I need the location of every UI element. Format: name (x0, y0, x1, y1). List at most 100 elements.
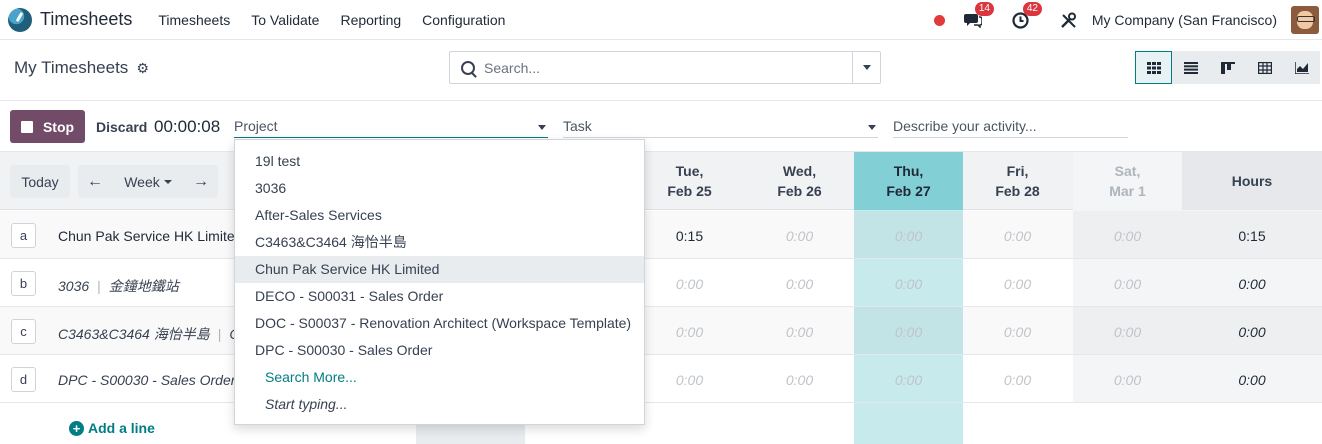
graph-icon (1294, 61, 1309, 74)
row-key-badge: a (11, 223, 36, 248)
chevron-down-icon (862, 65, 871, 70)
cell-tue[interactable]: 0:00 (635, 276, 744, 292)
cell-thu[interactable]: 0:00 (854, 372, 963, 388)
table-row[interactable]: b 3036 | 金鐘地鐵站 0:00 0:00 0:00 0:00 0:00 0:… (0, 259, 1322, 307)
column-header-wed: Wed, Feb 26 (745, 152, 854, 210)
kanban-view-button[interactable] (1209, 51, 1246, 84)
row-key-badge: c (11, 319, 36, 344)
add-line-button[interactable]: + Add a line (69, 420, 155, 436)
timer-display: 00:00:08 (154, 117, 221, 136)
table-row[interactable]: c C3463&C3464 海怡半島|C 0:00 0:00 0:00 0:00… (0, 307, 1322, 355)
total-header: Hours (1231, 173, 1273, 189)
cell-tue[interactable]: 0:15 (635, 228, 744, 244)
previous-button[interactable]: ← (78, 165, 112, 198)
today-button[interactable]: Today (10, 165, 70, 198)
tools-icon (1061, 12, 1077, 28)
activities-badge: 42 (1022, 2, 1042, 16)
cell-tue[interactable]: 0:00 (635, 372, 744, 388)
company-switcher[interactable]: My Company (San Francisco) (1092, 12, 1277, 28)
date-navigation: Today (10, 165, 70, 198)
cell-thu[interactable]: 0:00 (854, 228, 963, 244)
recording-dot-icon[interactable] (933, 14, 945, 26)
activities-button[interactable]: 42 (1010, 2, 1042, 31)
grid-view-button[interactable] (1135, 51, 1172, 84)
dropdown-option[interactable]: DPC - S00030 - Sales Order (235, 337, 644, 364)
menu-to-validate[interactable]: To Validate (251, 12, 319, 28)
messages-badge: 14 (974, 2, 994, 16)
cell-sat[interactable]: 0:00 (1073, 372, 1182, 388)
user-avatar[interactable] (1291, 6, 1319, 34)
column-header-total: Hours (1182, 152, 1322, 210)
cell-fri[interactable]: 0:00 (963, 372, 1072, 388)
dropdown-option[interactable]: DECO - S00031 - Sales Order (235, 283, 644, 310)
divider (0, 100, 1322, 101)
dropdown-option[interactable]: After-Sales Services (235, 202, 644, 229)
row-total: 0:00 (1238, 324, 1266, 340)
period-navigation: ← Week → (78, 165, 218, 198)
discard-button[interactable]: Discard (96, 119, 147, 135)
cell-sat[interactable]: 0:00 (1073, 276, 1182, 292)
column-header-sat: Sat, Mar 1 (1073, 152, 1182, 210)
search-bar[interactable] (449, 51, 881, 84)
row-label: Chun Pak Service HK Limited (58, 228, 243, 244)
row-key-badge: d (11, 367, 36, 392)
description-field-placeholder: Describe your activity... (893, 118, 1037, 134)
row-total: 0:15 (1238, 228, 1266, 244)
arrow-left-icon: ← (87, 172, 103, 190)
next-button[interactable]: → (184, 165, 218, 198)
page-title: My Timesheets (14, 58, 129, 77)
column-day: Wed, (782, 163, 817, 179)
dropdown-option[interactable]: Chun Pak Service HK Limited (235, 256, 644, 283)
cell-wed[interactable]: 0:00 (745, 276, 854, 292)
cell-fri[interactable]: 0:00 (963, 276, 1072, 292)
gear-icon[interactable]: ⚙ (136, 60, 149, 77)
menu-reporting[interactable]: Reporting (340, 12, 401, 28)
cell-thu[interactable]: 0:00 (854, 324, 963, 340)
dropdown-option[interactable]: 3036 (235, 175, 644, 202)
table-row[interactable]: d DPC - S00030 - Sales Order 0:00 0:00 0… (0, 355, 1322, 403)
cell-sat[interactable]: 0:00 (1073, 324, 1182, 340)
cell-wed[interactable]: 0:00 (745, 324, 854, 340)
project-field[interactable]: Project (234, 113, 548, 138)
grid-icon (1146, 61, 1161, 74)
cell-fri[interactable]: 0:00 (963, 228, 1072, 244)
dropdown-option[interactable]: C3463&C3464 海怡半島 (235, 229, 644, 256)
column-day: Tue, (675, 163, 704, 179)
cell-fri[interactable]: 0:00 (963, 324, 1072, 340)
column-date: Feb 27 (886, 183, 931, 199)
menu-timesheets[interactable]: Timesheets (158, 12, 230, 28)
range-selector[interactable]: Week (112, 165, 184, 198)
chevron-down-icon[interactable] (538, 125, 546, 130)
column-day: Fri, (1006, 163, 1029, 179)
description-field[interactable]: Describe your activity... (893, 113, 1128, 138)
chevron-down-icon[interactable] (868, 125, 876, 130)
search-input[interactable] (484, 59, 844, 76)
table-row[interactable]: a Chun Pak Service HK Limited 0:15 0:00 … (0, 211, 1322, 259)
task-field[interactable]: Task (563, 113, 878, 138)
plus-circle-icon: + (69, 420, 84, 436)
menu-configuration[interactable]: Configuration (422, 12, 505, 28)
cell-wed[interactable]: 0:00 (745, 372, 854, 388)
stop-label: Stop (42, 118, 75, 135)
cell-sat[interactable]: 0:00 (1073, 228, 1182, 244)
cell-thu[interactable]: 0:00 (854, 276, 963, 292)
dropdown-option[interactable]: DOC - S00037 - Renovation Architect (Wor… (235, 310, 644, 337)
kanban-icon (1220, 61, 1235, 74)
list-view-button[interactable] (1172, 51, 1209, 84)
column-date: Feb 28 (995, 183, 1040, 199)
app-name[interactable]: Timesheets (40, 9, 132, 30)
pivot-view-button[interactable] (1246, 51, 1283, 84)
messages-button[interactable]: 14 (962, 2, 994, 31)
cell-tue[interactable]: 0:00 (635, 324, 744, 340)
project-field-placeholder: Project (234, 118, 278, 134)
app-logo-icon[interactable] (8, 7, 32, 32)
cell-wed[interactable]: 0:00 (745, 228, 854, 244)
search-more-link[interactable]: Search More... (235, 364, 644, 391)
graph-view-button[interactable] (1283, 51, 1320, 84)
project-autocomplete-dropdown: 19l test 3036 After-Sales Services C3463… (234, 139, 645, 425)
search-options-toggle[interactable] (852, 52, 880, 83)
stop-timer-button[interactable]: Stop (10, 110, 85, 143)
stop-icon (20, 120, 33, 133)
dropdown-option[interactable]: 19l test (235, 148, 644, 175)
debug-tools-button[interactable] (1058, 9, 1080, 31)
